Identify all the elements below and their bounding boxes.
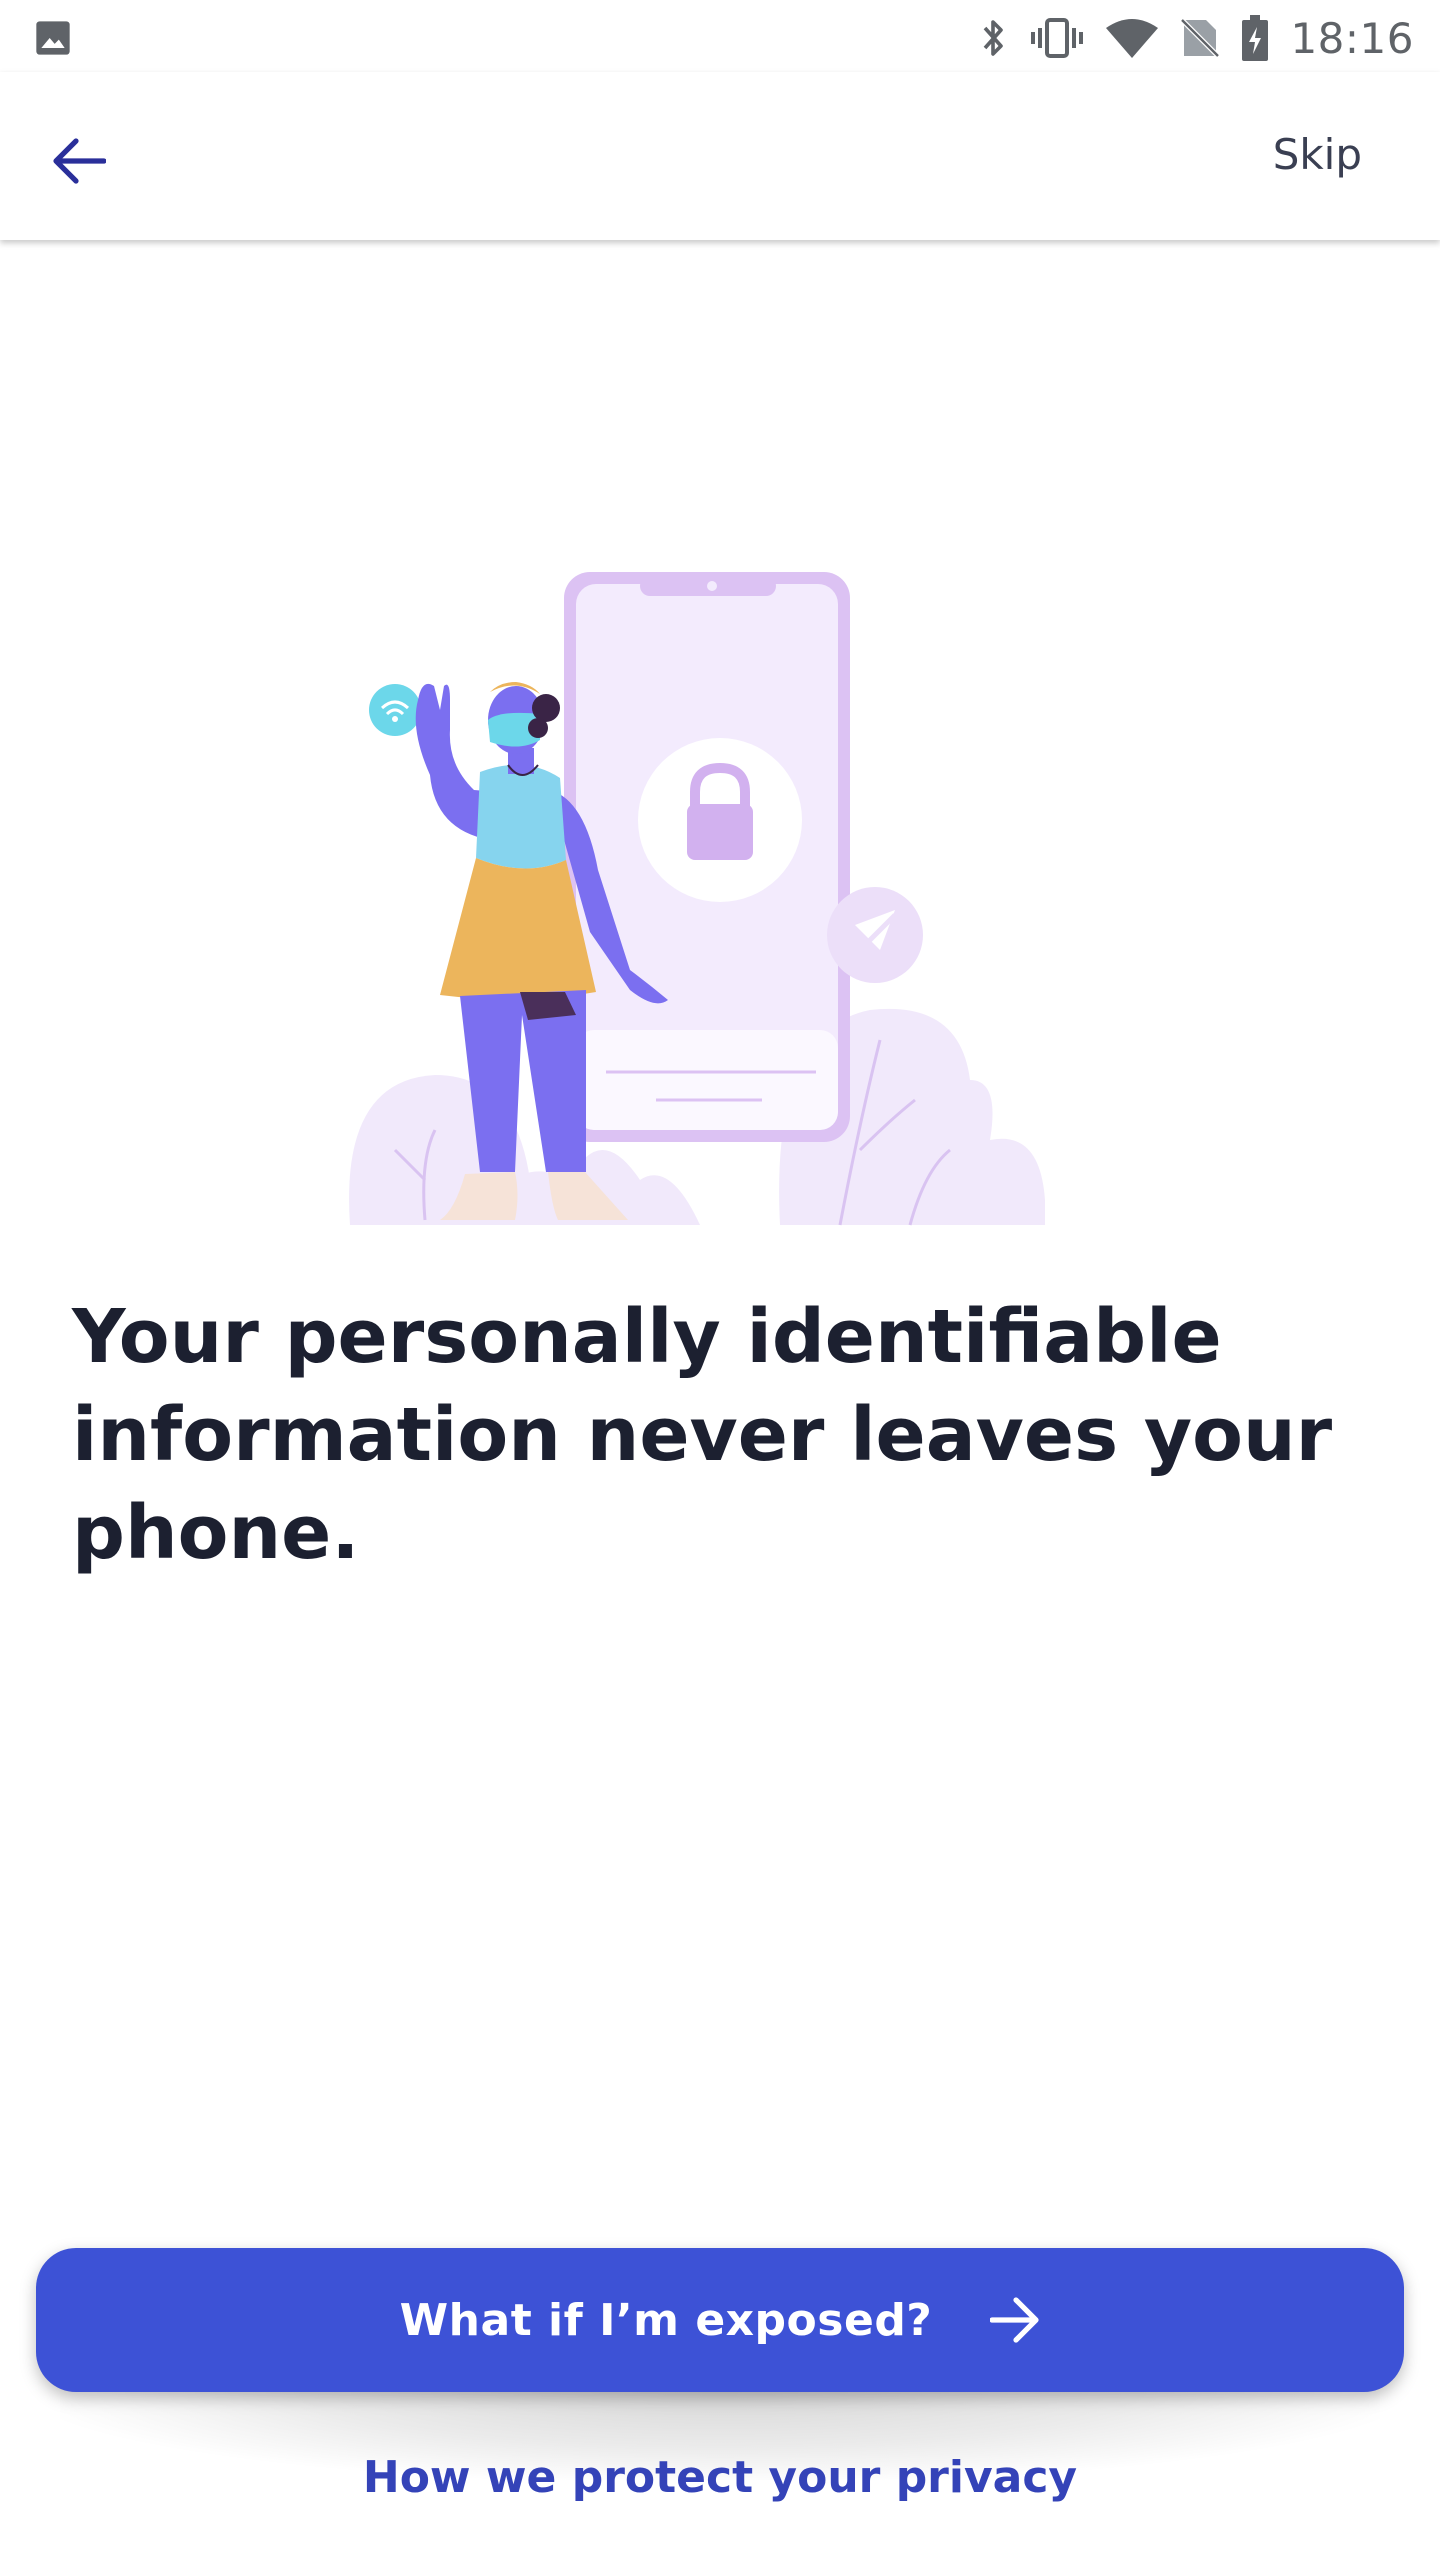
status-icons: 18:16	[956, 10, 1414, 66]
skip-button[interactable]: Skip	[1273, 130, 1362, 179]
gallery-icon	[36, 21, 70, 55]
privacy-link[interactable]: How we protect your privacy	[0, 2452, 1440, 2503]
primary-button-label: What if I’m exposed?	[399, 2294, 933, 2346]
phone-illustration	[564, 572, 850, 1142]
no-sim-icon	[1180, 16, 1221, 60]
headline: Your personally identifiable information…	[72, 1294, 1333, 1576]
battery-charging-icon	[1242, 15, 1269, 61]
status-bar: 18:16	[0, 0, 1440, 72]
vibrate-icon	[1031, 18, 1084, 58]
woman-with-phone-lock-illustration	[349, 572, 1045, 1226]
bluetooth-icon	[984, 20, 1004, 56]
wifi-badge-icon	[369, 684, 421, 736]
wifi-icon	[1106, 19, 1159, 58]
back-button[interactable]	[36, 118, 122, 204]
status-time: 18:16	[1290, 13, 1414, 63]
app-bar: Skip	[0, 72, 1440, 240]
arrow-left-icon	[53, 138, 106, 184]
arrow-right-icon	[990, 2297, 1039, 2343]
what-if-exposed-button[interactable]: What if I’m exposed?	[36, 2248, 1404, 2392]
no-share-badge-icon	[827, 887, 923, 983]
